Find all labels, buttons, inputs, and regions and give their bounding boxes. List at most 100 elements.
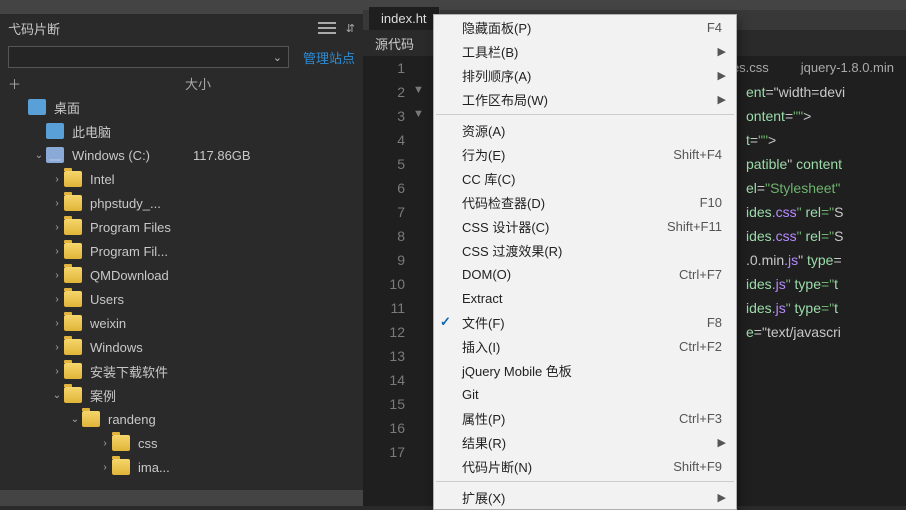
menu-label: 结果(R) xyxy=(462,433,722,452)
tree-size: 117.86GB xyxy=(193,148,363,163)
tree-row[interactable]: ›QMDownload xyxy=(4,263,363,287)
window-menu-popup[interactable]: 隐藏面板(P)F4工具栏(B)▶排列顺序(A)▶工作区布局(W)▶资源(A)行为… xyxy=(433,14,737,510)
arrow-icon[interactable]: › xyxy=(50,366,64,377)
tree-row[interactable]: › 安装下载软件 xyxy=(4,359,363,383)
tree-row[interactable]: › phpstudy_... xyxy=(4,191,363,215)
menu-shortcut: F8 xyxy=(707,315,722,330)
menu-shortcut: F4 xyxy=(707,20,722,35)
tree-row[interactable]: 此电脑 xyxy=(4,119,363,143)
manage-sites-link[interactable]: 管理站点 xyxy=(303,48,355,67)
tree-label: Windows xyxy=(90,340,143,355)
menu-shortcut: Ctrl+F2 xyxy=(679,339,722,354)
menu-item[interactable]: Git xyxy=(434,382,736,406)
tree-label: 案例 xyxy=(90,386,116,405)
menu-label: 插入(I) xyxy=(462,337,671,356)
tree-row[interactable]: ›ima... xyxy=(4,455,363,479)
menu-item[interactable]: DOM(O) Ctrl+F7 xyxy=(434,262,736,286)
tree-row[interactable]: › Program Files xyxy=(4,215,363,239)
tree-row[interactable]: ⌄ 案例 xyxy=(4,383,363,407)
arrow-icon[interactable]: › xyxy=(50,270,64,281)
tree-row[interactable]: ›Intel xyxy=(4,167,363,191)
subtab-source[interactable]: 源代码 xyxy=(375,34,414,53)
tree-label: Program Files xyxy=(90,220,171,235)
arrow-icon[interactable]: ⌄ xyxy=(32,150,46,161)
related-tab[interactable]: jquery-1.8.0.min xyxy=(793,56,902,79)
menu-item[interactable]: jQuery Mobile 色板 xyxy=(434,358,736,382)
tree-label: 安装下载软件 xyxy=(90,362,168,381)
tree-label: Program Fil... xyxy=(90,244,168,259)
menu-item[interactable]: CSS 过渡效果(R) xyxy=(434,238,736,262)
menu-label: 代码片断(N) xyxy=(462,457,665,476)
folder-icon xyxy=(64,291,82,307)
menu-item[interactable]: ✓ 文件(F) F8 xyxy=(434,310,736,334)
menu-label: 隐藏面板(P) xyxy=(462,18,699,37)
menu-item[interactable]: 代码片断(N)Shift+F9 xyxy=(434,454,736,478)
arrow-icon[interactable]: ⌄ xyxy=(50,390,64,401)
arrow-icon[interactable]: › xyxy=(50,174,64,185)
submenu-arrow-icon: ▶ xyxy=(718,93,726,106)
menu-label: 工作区布局(W) xyxy=(462,90,722,109)
file-tree[interactable]: 桌面此电脑⌄Windows (C:)117.86GB›Intel›phpstud… xyxy=(0,95,363,490)
tree-row[interactable]: ⌄ Windows (C:) 117.86GB xyxy=(4,143,363,167)
folder-icon xyxy=(64,339,82,355)
tree-row[interactable]: › Windows xyxy=(4,335,363,359)
tree-row[interactable]: › Program Fil... xyxy=(4,239,363,263)
menu-label: 文件(F) xyxy=(462,313,699,332)
menu-item[interactable]: 工作区布局(W)▶ xyxy=(434,87,736,111)
menu-item[interactable]: 工具栏(B)▶ xyxy=(434,39,736,63)
arrow-icon[interactable]: › xyxy=(50,294,64,305)
menu-item[interactable]: 属性(P)Ctrl+F3 xyxy=(434,406,736,430)
menu-label: 排列顺序(A) xyxy=(462,66,722,85)
folder-icon xyxy=(64,195,82,211)
menu-item[interactable]: 结果(R)▶ xyxy=(434,430,736,454)
tree-label: Windows (C:) xyxy=(72,148,150,163)
menu-item[interactable]: 排列顺序(A)▶ xyxy=(434,63,736,87)
tree-row[interactable]: 桌面 xyxy=(4,95,363,119)
menu-item[interactable]: 行为(E)Shift+F4 xyxy=(434,142,736,166)
tree-row[interactable]: ›Users xyxy=(4,287,363,311)
tree-label: phpstudy_... xyxy=(90,196,161,211)
collapse-icon[interactable]: ⇵ xyxy=(346,22,355,35)
tree-row[interactable]: ⌄randeng xyxy=(4,407,363,431)
menu-item[interactable]: 隐藏面板(P) F4 xyxy=(434,15,736,39)
site-dropdown[interactable]: ⌄ xyxy=(8,46,289,68)
snippet-title: 弋码片断 xyxy=(8,19,318,38)
arrow-icon[interactable]: › xyxy=(50,222,64,233)
menu-item[interactable]: 插入(I) Ctrl+F2 xyxy=(434,334,736,358)
arrow-icon[interactable]: › xyxy=(50,318,64,329)
menu-label: CC 库(C) xyxy=(462,169,722,188)
arrow-icon[interactable]: ⌄ xyxy=(68,414,82,425)
tree-row[interactable]: ›css xyxy=(4,431,363,455)
submenu-arrow-icon: ▶ xyxy=(718,45,726,58)
arrow-icon[interactable]: › xyxy=(50,342,64,353)
menu-shortcut: Shift+F4 xyxy=(673,147,722,162)
fold-gutter[interactable]: ▼▼ xyxy=(413,56,427,506)
tab-file[interactable]: index.ht xyxy=(369,7,440,30)
folder-icon xyxy=(64,267,82,283)
arrow-icon[interactable]: › xyxy=(98,462,112,473)
arrow-icon[interactable]: › xyxy=(50,246,64,257)
folder-icon xyxy=(64,171,82,187)
menu-item[interactable]: CC 库(C) xyxy=(434,166,736,190)
menu-item[interactable]: Extract xyxy=(434,286,736,310)
expand-all-icon[interactable]: ＋ xyxy=(8,74,20,93)
menu-item[interactable]: 代码检查器(D)F10 xyxy=(434,190,736,214)
check-icon: ✓ xyxy=(440,314,451,330)
arrow-icon[interactable]: › xyxy=(98,438,112,449)
menu-item[interactable]: 资源(A) xyxy=(434,118,736,142)
fold-icon[interactable]: ▼ xyxy=(413,108,424,120)
menu-shortcut: Ctrl+F3 xyxy=(679,411,722,426)
tree-label: 桌面 xyxy=(54,98,80,117)
menu-shortcut: Ctrl+F7 xyxy=(679,267,722,282)
tree-label: weixin xyxy=(90,316,126,331)
folder-icon xyxy=(112,459,130,475)
tree-row[interactable]: › weixin xyxy=(4,311,363,335)
fold-icon[interactable]: ▼ xyxy=(413,84,424,96)
menu-label: DOM(O) xyxy=(462,267,671,282)
menu-item[interactable]: 扩展(X)▶ xyxy=(434,485,736,509)
menu-label: CSS 过渡效果(R) xyxy=(462,241,722,260)
menu-item[interactable]: CSS 设计器(C)Shift+F11 xyxy=(434,214,736,238)
menu-shortcut: Shift+F11 xyxy=(667,219,722,234)
arrow-icon[interactable]: › xyxy=(50,198,64,209)
menu-icon[interactable] xyxy=(318,22,336,34)
